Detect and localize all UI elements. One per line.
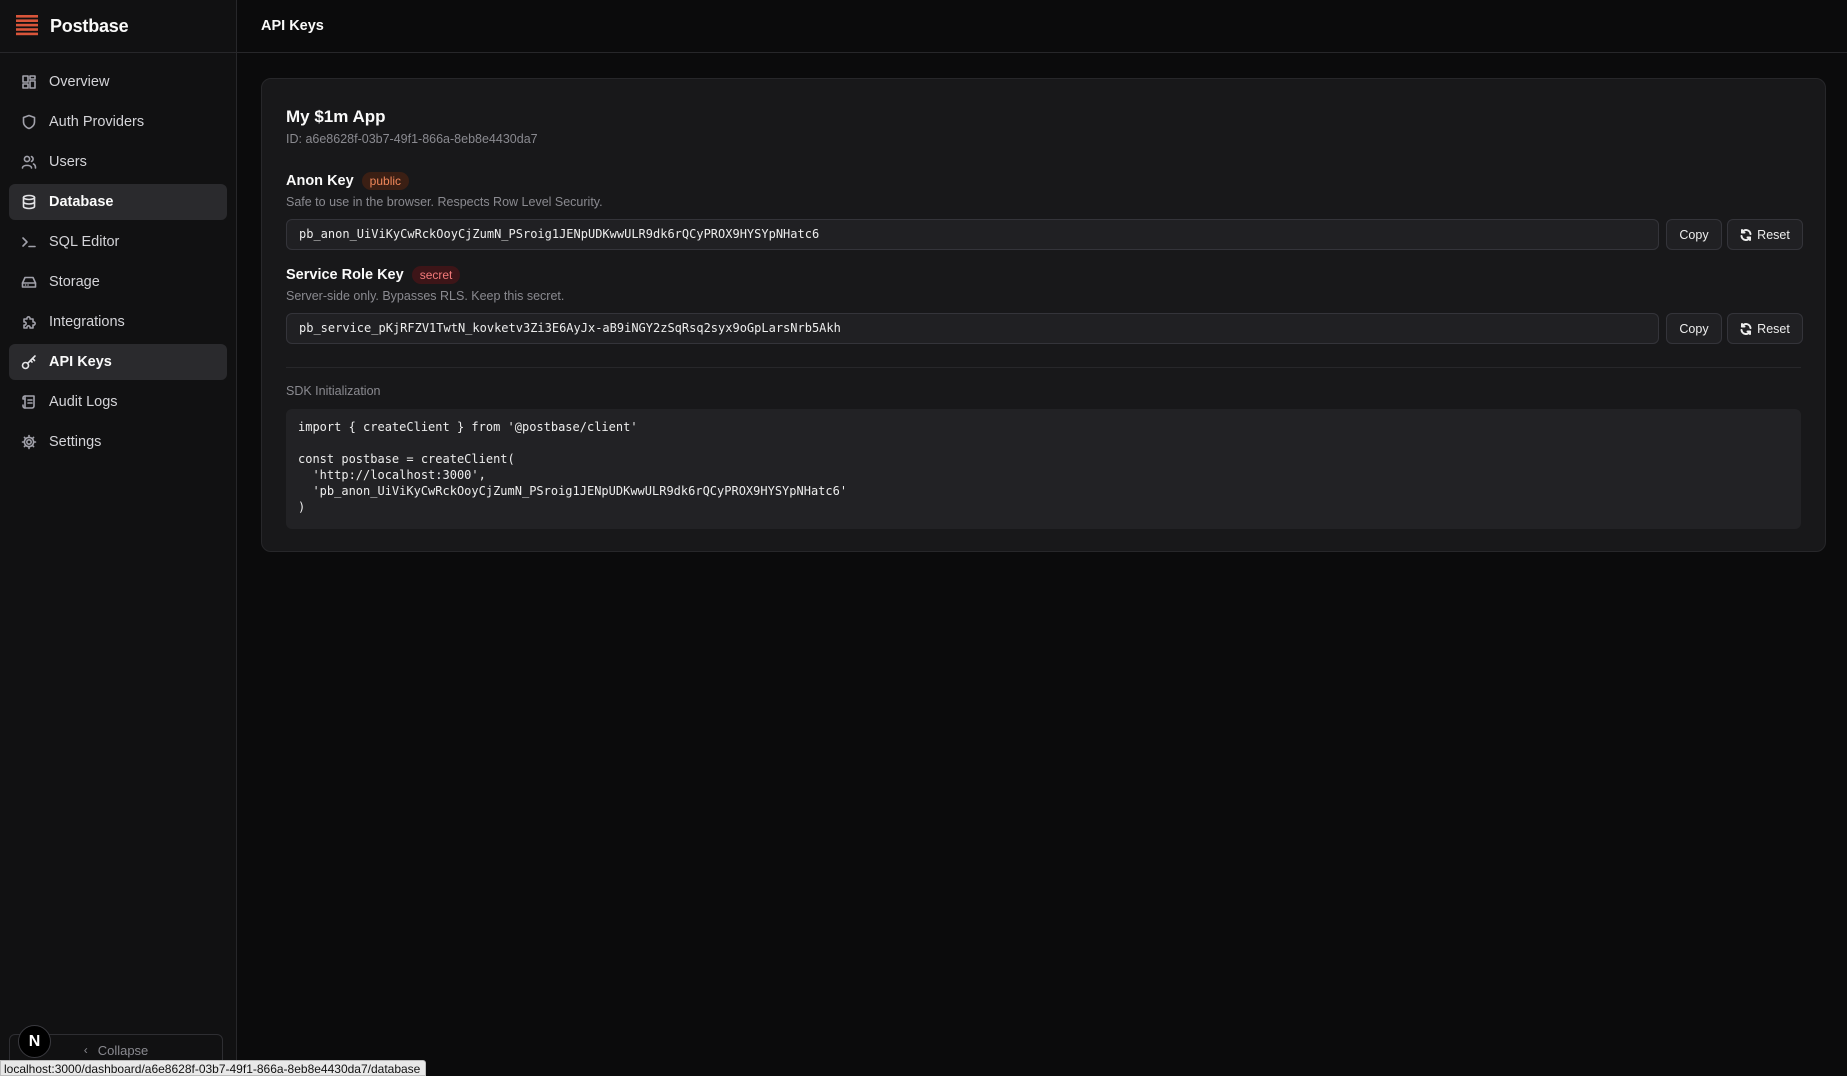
collapse-label: Collapse [97,1042,149,1058]
sidebar-item-storage[interactable]: Storage [9,264,227,300]
anon-key-title: Anon Key [286,173,354,189]
service-key-title: Service Role Key [286,267,404,283]
shield-icon [21,114,37,130]
topbar: API Keys [237,0,1847,53]
sidebar-item-label: Database [49,194,114,210]
service-copy-button[interactable]: Copy [1666,313,1722,344]
copy-button-label: Copy [1679,321,1709,336]
service-key-description: Server-side only. Bypasses RLS. Keep thi… [286,289,565,303]
divider [286,367,1801,368]
terminal-icon [21,234,37,250]
sidebar-item-label: Settings [49,434,102,450]
puzzle-icon [21,314,37,330]
postbase-logo-icon [16,14,38,38]
secret-badge: secret [411,266,461,284]
reset-button-label: Reset [1757,321,1790,336]
users-icon [21,154,37,170]
anon-key-label: Anon Key public [286,172,410,190]
chevron-left-icon: ‹ [83,1043,88,1057]
sidebar-item-label: API Keys [49,354,112,370]
project-name: My $1m App [286,107,386,126]
nextjs-badge-button[interactable]: N [18,1025,51,1058]
project-id: ID: a6e8628f-03b7-49f1-866a-8eb8e4430da7 [286,132,538,146]
brand[interactable]: Postbase [0,0,236,53]
page-title: API Keys [261,18,324,34]
sidebar-item-label: Storage [49,274,100,290]
sidebar-item-auth-providers[interactable]: Auth Providers [9,104,227,140]
sidebar-item-overview[interactable]: Overview [9,64,227,100]
sidebar-item-database[interactable]: Database [9,184,227,220]
sidebar-item-audit-logs[interactable]: Audit Logs [9,384,227,420]
database-icon [21,194,37,210]
sidebar-item-api-keys[interactable]: API Keys [9,344,227,380]
key-icon [21,354,37,370]
anon-copy-button[interactable]: Copy [1666,219,1722,250]
service-key-field[interactable]: pb_service_pKjRFZV1TwtN_kovketv3Zi3E6AyJ… [286,313,1659,344]
anon-reset-button[interactable]: Reset [1727,219,1803,250]
service-key-label: Service Role Key secret [286,266,461,284]
gear-icon [21,434,37,450]
sidebar-item-label: SQL Editor [49,234,120,250]
api-keys-card: My $1m App ID: a6e8628f-03b7-49f1-866a-8… [261,78,1826,552]
reset-button-label: Reset [1757,227,1790,242]
n-badge-label: N [28,1032,41,1050]
sdk-label: SDK Initialization [286,384,381,398]
public-badge: public [361,172,410,190]
service-reset-button[interactable]: Reset [1727,313,1803,344]
refresh-icon [1740,228,1752,241]
refresh-icon [1740,322,1752,335]
grid-icon [21,74,37,90]
sidebar-item-label: Users [49,154,87,170]
sidebar: Postbase Overview Auth Providers Users D… [0,0,237,1076]
sidebar-item-label: Overview [49,74,110,90]
hard-drive-icon [21,274,37,290]
sidebar-item-label: Integrations [49,314,125,330]
sidebar-item-label: Audit Logs [49,394,118,410]
sidebar-item-label: Auth Providers [49,114,145,130]
status-bar-url: localhost:3000/dashboard/a6e8628f-03b7-4… [0,1060,427,1076]
sidebar-nav: Overview Auth Providers Users Database S… [0,53,236,460]
sdk-code-block[interactable]: import { createClient } from '@postbase/… [286,409,1801,529]
anon-key-description: Safe to use in the browser. Respects Row… [286,195,603,209]
sidebar-item-integrations[interactable]: Integrations [9,304,227,340]
scroll-icon [21,394,37,410]
sidebar-item-users[interactable]: Users [9,144,227,180]
anon-key-field[interactable]: pb_anon_UiViKyCwRckOoyCjZumN_PSroig1JENp… [286,219,1659,250]
copy-button-label: Copy [1679,227,1709,242]
sidebar-item-settings[interactable]: Settings [9,424,227,460]
sidebar-item-sql-editor[interactable]: SQL Editor [9,224,227,260]
brand-name: Postbase [50,15,129,36]
